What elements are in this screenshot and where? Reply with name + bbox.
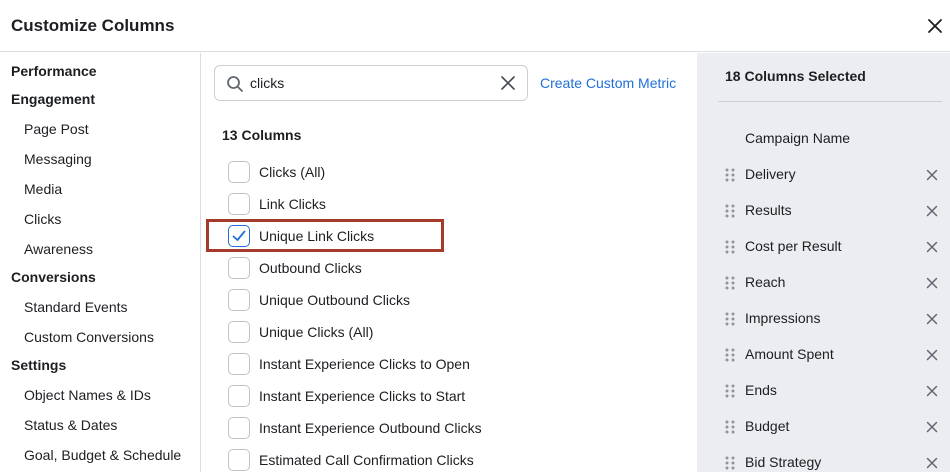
selected-column-label: Results xyxy=(745,202,792,218)
drag-handle-icon[interactable] xyxy=(725,276,735,290)
selected-column-label: Reach xyxy=(745,274,786,290)
nav-item[interactable]: Goal, Budget & Schedule xyxy=(24,447,181,463)
dialog-header: Customize Columns xyxy=(0,0,950,52)
nav-item[interactable]: Standard Events xyxy=(24,299,128,315)
checkbox[interactable] xyxy=(228,321,250,343)
remove-icon[interactable] xyxy=(926,385,938,397)
remove-icon[interactable] xyxy=(926,457,938,469)
selected-column-label: Campaign Name xyxy=(745,130,851,146)
dialog-title: Customize Columns xyxy=(11,16,175,35)
nav-item[interactable]: Media xyxy=(24,181,62,197)
drag-handle-icon[interactable] xyxy=(725,240,735,254)
selection-highlight xyxy=(206,219,444,252)
checkbox[interactable] xyxy=(228,449,250,471)
selected-column[interactable]: Reach xyxy=(697,271,950,295)
checkbox[interactable] xyxy=(228,353,250,375)
selected-column-label: Cost per Result xyxy=(745,238,842,254)
nav-section[interactable]: Engagement xyxy=(11,91,95,107)
selected-column[interactable]: Amount Spent xyxy=(697,343,950,367)
remove-icon[interactable] xyxy=(926,241,938,253)
column-count-heading: 13 Columns xyxy=(222,127,302,143)
drag-handle-icon[interactable] xyxy=(725,312,735,326)
selected-column[interactable]: Ends xyxy=(697,379,950,403)
nav-item[interactable]: Clicks xyxy=(24,211,61,227)
selected-count-heading: 18 Columns Selected xyxy=(725,68,866,84)
selected-column-label: Impressions xyxy=(745,310,821,326)
nav-item[interactable]: Status & Dates xyxy=(24,417,117,433)
remove-icon[interactable] xyxy=(926,349,938,361)
remove-icon[interactable] xyxy=(926,421,938,433)
checkbox[interactable] xyxy=(228,257,250,279)
remove-icon[interactable] xyxy=(926,313,938,325)
drag-handle-icon[interactable] xyxy=(725,168,735,182)
column-option-label: Link Clicks xyxy=(259,196,326,212)
column-option-label: Outbound Clicks xyxy=(259,260,362,276)
selected-column-label: Amount Spent xyxy=(745,346,834,362)
selected-column-label: Budget xyxy=(745,418,790,434)
column-option-label: Estimated Call Confirmation Clicks xyxy=(259,452,474,468)
checkbox[interactable] xyxy=(228,289,250,311)
checkbox[interactable] xyxy=(228,417,250,439)
nav-item[interactable]: Messaging xyxy=(24,151,92,167)
nav-item[interactable]: Awareness xyxy=(24,241,93,257)
drag-handle-icon[interactable] xyxy=(725,348,735,362)
search-input[interactable]: clicks xyxy=(250,75,284,91)
selected-column[interactable]: Impressions xyxy=(697,307,950,331)
selected-column[interactable]: Budget xyxy=(697,415,950,439)
column-option-label: Instant Experience Clicks to Start xyxy=(259,388,466,404)
selected-columns-panel: 18 Columns Selected Campaign Name Delive… xyxy=(697,53,950,472)
selected-column-label: Bid Strategy xyxy=(745,454,822,470)
nav-section[interactable]: Conversions xyxy=(11,269,96,285)
search-icon xyxy=(227,76,243,92)
selected-column-label: Delivery xyxy=(745,166,796,182)
column-option-label: Instant Experience Clicks to Open xyxy=(259,356,470,372)
column-option-label: Clicks (All) xyxy=(259,164,326,180)
selected-column-fixed: Campaign Name xyxy=(697,127,950,151)
checkbox[interactable] xyxy=(228,385,250,407)
selected-column[interactable]: Cost per Result xyxy=(697,235,950,259)
nav-item[interactable]: Page Post xyxy=(24,121,89,137)
column-option-label: Unique Outbound Clicks xyxy=(259,292,410,308)
selected-column[interactable]: Delivery xyxy=(697,163,950,187)
drag-handle-icon[interactable] xyxy=(725,420,735,434)
category-nav: Performance Engagement Page Post Messaging M… xyxy=(0,53,201,472)
create-custom-metric-link[interactable]: Create Custom Metric xyxy=(540,75,676,91)
remove-icon[interactable] xyxy=(926,169,938,181)
remove-icon[interactable] xyxy=(926,205,938,217)
nav-item[interactable]: Object Names & IDs xyxy=(24,387,151,403)
selected-column[interactable]: Results xyxy=(697,199,950,223)
drag-handle-icon[interactable] xyxy=(725,204,735,218)
selected-column-label: Ends xyxy=(745,382,777,398)
remove-icon[interactable] xyxy=(926,277,938,289)
checkbox[interactable] xyxy=(228,161,250,183)
nav-item[interactable]: Custom Conversions xyxy=(24,329,154,345)
close-icon[interactable] xyxy=(924,15,946,37)
drag-handle-icon[interactable] xyxy=(725,384,735,398)
selected-column[interactable]: Bid Strategy xyxy=(697,451,950,475)
clear-icon[interactable] xyxy=(500,75,516,91)
column-option-label: Instant Experience Outbound Clicks xyxy=(259,420,482,436)
column-option-label: Unique Clicks (All) xyxy=(259,324,374,340)
divider xyxy=(718,101,942,102)
search-box[interactable]: clicks xyxy=(214,65,528,101)
checkbox[interactable] xyxy=(228,193,250,215)
drag-handle-icon[interactable] xyxy=(725,456,735,470)
nav-section[interactable]: Performance xyxy=(11,63,97,79)
nav-section[interactable]: Settings xyxy=(11,357,66,373)
